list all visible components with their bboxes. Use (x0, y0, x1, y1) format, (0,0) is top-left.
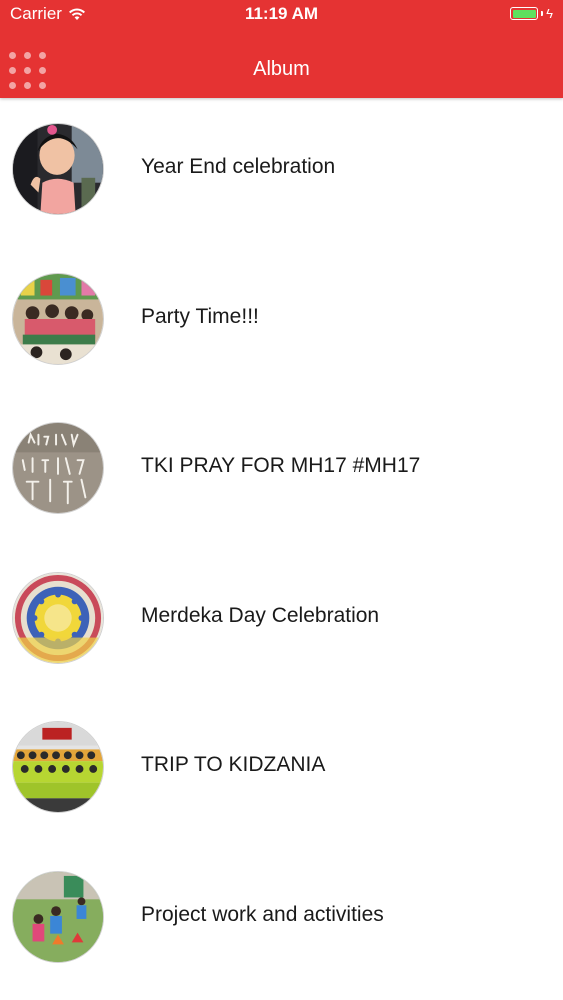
album-title: Project work and activities (141, 903, 384, 926)
album-item-tki-pray-for-mh17[interactable]: TKI PRAY FOR MH17 #MH17 (0, 397, 563, 537)
page-title: Album (253, 58, 310, 80)
album-item-party-time[interactable]: Party Time!!! (0, 248, 563, 388)
app-header: Carrier 11:19 AM ϟ Album (0, 0, 563, 98)
album-item-project-work-and-activities[interactable]: Project work and activities (0, 846, 563, 986)
album-item-year-end-celebration[interactable]: Year End celebration (0, 98, 563, 238)
album-item-merdeka-day-celebration[interactable]: Merdeka Day Celebration (0, 547, 563, 687)
status-bar: Carrier 11:19 AM ϟ (0, 0, 563, 30)
album-title: TKI PRAY FOR MH17 #MH17 (141, 454, 421, 477)
nav-bar: Album (0, 40, 563, 98)
status-time: 11:19 AM (244, 4, 319, 23)
album-title: Year End celebration (141, 155, 336, 178)
album-item-trip-to-kidzania[interactable]: TRIP TO KIDZANIA (0, 696, 563, 836)
album-title: Merdeka Day Celebration (141, 604, 380, 627)
album-title: TRIP TO KIDZANIA (141, 753, 326, 776)
album-thumbnail (12, 572, 104, 664)
album-thumbnail (12, 871, 104, 963)
album-thumbnail (12, 123, 104, 215)
bolt-icon: ϟ (546, 6, 553, 21)
album-title: Party Time!!! (141, 305, 259, 328)
album-thumbnail (12, 422, 104, 514)
battery-indicator: ϟ (510, 7, 553, 20)
album-thumbnail (12, 273, 104, 365)
battery-icon (510, 7, 539, 20)
album-thumbnail (12, 721, 104, 813)
